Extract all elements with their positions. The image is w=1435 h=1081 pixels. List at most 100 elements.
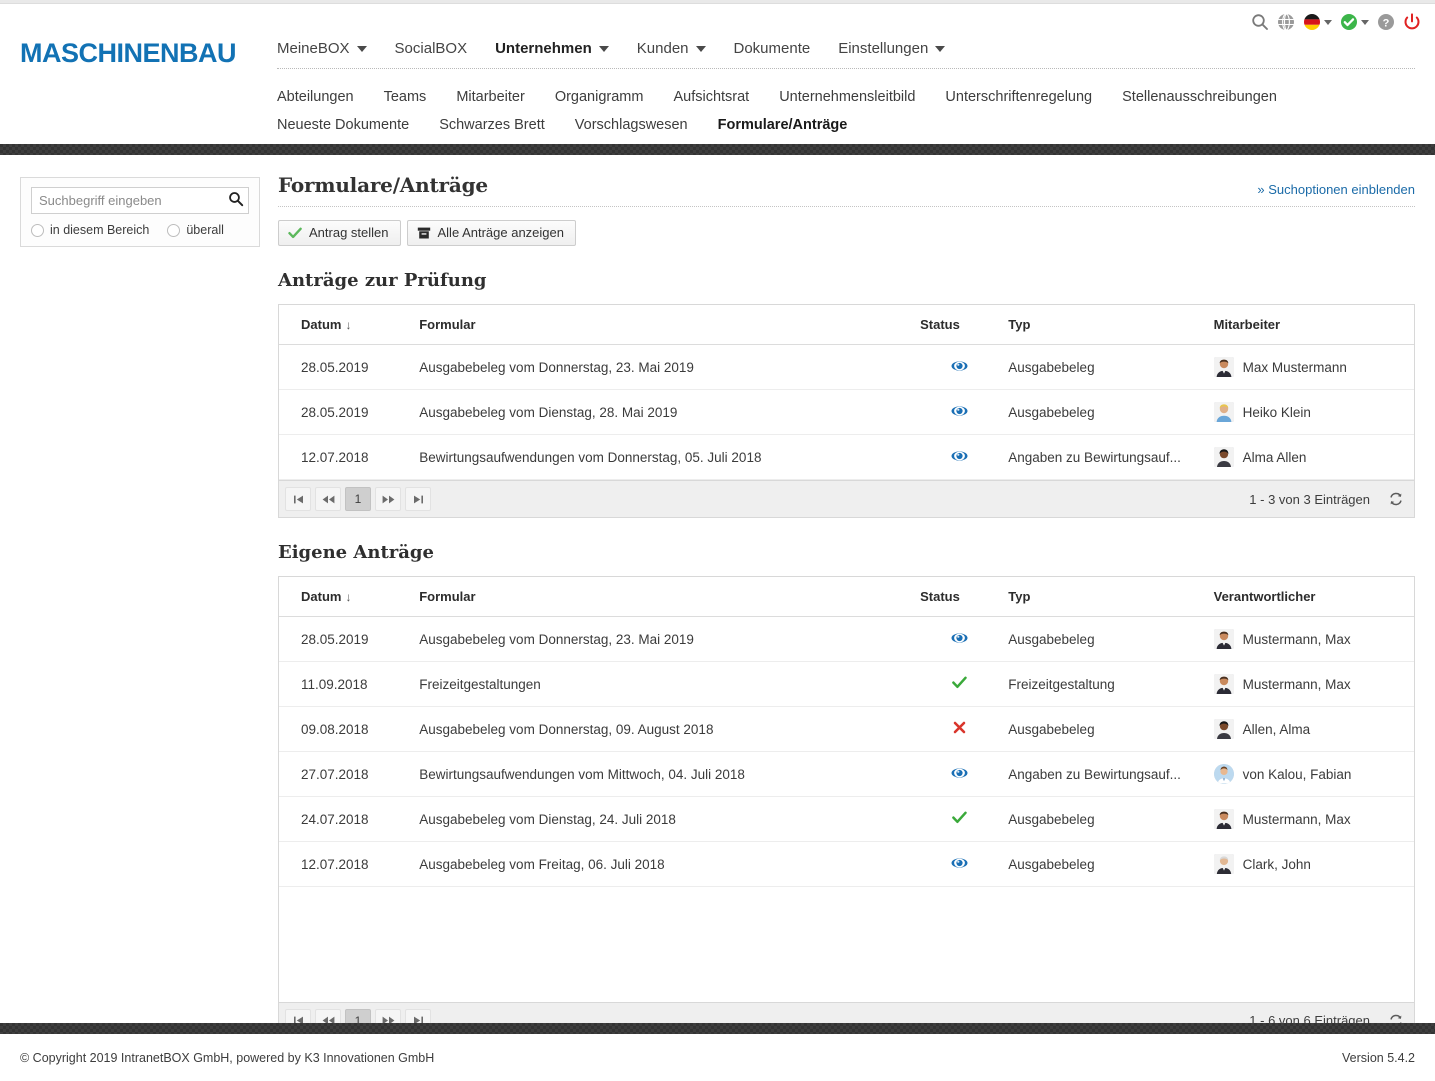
col-header-formular[interactable]: Formular xyxy=(419,577,921,617)
nav-item-unternehmen[interactable]: Unternehmen xyxy=(495,40,609,57)
cell-datum: 12.07.2018 xyxy=(279,434,420,480)
cell-status[interactable] xyxy=(920,706,1009,752)
nav-item-socialbox[interactable]: SocialBOX xyxy=(395,40,468,57)
subnav-item-unterschriftenregelung[interactable]: Unterschriftenregelung xyxy=(945,86,1092,108)
cell-verantwortlicher: Allen, Alma xyxy=(1213,706,1414,752)
col-label: Datum xyxy=(301,317,342,332)
col-header-verantwortlicher[interactable]: Verantwortlicher xyxy=(1213,577,1414,617)
cross-icon[interactable] xyxy=(953,721,966,734)
col-header-datum[interactable]: Datum ↓ xyxy=(279,577,420,617)
pager-next-button[interactable] xyxy=(375,487,401,511)
search-submit-button[interactable] xyxy=(228,191,244,207)
chevron-down-icon[interactable] xyxy=(1361,19,1369,25)
table-row[interactable]: 12.07.2018 Ausgabebeleg vom Freitag, 06.… xyxy=(279,841,1414,887)
cell-status[interactable] xyxy=(920,616,1009,662)
subnav-item-organigramm[interactable]: Organigramm xyxy=(555,86,644,108)
radio-ueberall[interactable]: überall xyxy=(167,223,224,237)
table-row[interactable]: 27.07.2018 Bewirtungsaufwendungen vom Mi… xyxy=(279,751,1414,797)
cell-status[interactable] xyxy=(920,661,1009,707)
nav-item-kunden[interactable]: Kunden xyxy=(637,40,706,57)
pager-first-button[interactable] xyxy=(285,487,311,511)
nav-item-dokumente[interactable]: Dokumente xyxy=(734,40,811,57)
pager-prev-button[interactable] xyxy=(315,487,341,511)
subnav-item-unternehmensleitbild[interactable]: Unternehmensleitbild xyxy=(779,86,915,108)
radio-circle-icon[interactable] xyxy=(167,223,181,237)
help-icon[interactable]: ? xyxy=(1377,13,1395,31)
eye-icon[interactable] xyxy=(951,405,968,417)
col-header-status[interactable]: Status xyxy=(920,305,1009,345)
chevron-down-icon[interactable] xyxy=(598,45,609,52)
flag-de-icon[interactable] xyxy=(1303,13,1332,31)
radio-in-diesem-bereich[interactable]: in diesem Bereich xyxy=(31,223,149,237)
antrag-stellen-button[interactable]: Antrag stellen xyxy=(278,220,401,246)
eye-icon[interactable] xyxy=(951,360,968,372)
table-row[interactable]: 12.07.2018 Bewirtungsaufwendungen vom Do… xyxy=(279,434,1414,480)
refresh-icon[interactable] xyxy=(1388,491,1404,507)
power-icon[interactable] xyxy=(1403,13,1421,31)
globe-icon[interactable] xyxy=(1277,13,1295,31)
subnav-item-teams[interactable]: Teams xyxy=(384,86,427,108)
col-header-mitarbeiter[interactable]: Mitarbeiter xyxy=(1213,305,1414,345)
cell-datum: 11.09.2018 xyxy=(279,661,420,707)
cell-status[interactable] xyxy=(920,344,1009,390)
radio-circle-icon[interactable] xyxy=(31,223,44,237)
subnav-item-stellenausschreibungen[interactable]: Stellenausschreibungen xyxy=(1122,86,1277,108)
typ-text: Angaben zu Bewirtungsauf... xyxy=(1008,449,1181,465)
subnav-item-schwarzes-brett[interactable]: Schwarzes Brett xyxy=(439,114,545,136)
check-icon[interactable] xyxy=(951,676,967,689)
sort-desc-icon[interactable]: ↓ xyxy=(345,318,351,332)
cell-status[interactable] xyxy=(920,434,1009,480)
nav-item-einstellungen[interactable]: Einstellungen xyxy=(838,40,946,57)
chevron-down-icon[interactable] xyxy=(356,45,367,52)
subnav-item-abteilungen[interactable]: Abteilungen xyxy=(277,86,354,108)
table-row[interactable]: 11.09.2018 Freizeitgestaltungen Freizeit… xyxy=(279,661,1414,707)
cell-formular: Ausgabebeleg vom Donnerstag, 23. Mai 201… xyxy=(419,616,921,662)
chevron-down-icon[interactable] xyxy=(695,45,706,52)
col-header-status[interactable]: Status xyxy=(920,577,1009,617)
person-name: Mustermann, Max xyxy=(1242,811,1351,827)
avatar xyxy=(1213,809,1234,829)
brand-logo[interactable]: MASCHINENBAU xyxy=(20,38,237,69)
alle-antraege-anzeigen-button[interactable]: Alle Anträge anzeigen xyxy=(406,220,576,246)
sort-desc-icon[interactable]: ↓ xyxy=(345,590,351,604)
chevron-down-icon[interactable] xyxy=(1324,19,1332,25)
subnav-item-neueste-dokumente[interactable]: Neueste Dokumente xyxy=(277,114,409,136)
chevron-down-icon[interactable] xyxy=(935,45,946,52)
subnav-item-vorschlagswesen[interactable]: Vorschlagswesen xyxy=(575,114,688,136)
cell-status[interactable] xyxy=(920,751,1009,797)
subnav-item-formulare-antraege[interactable]: Formulare/Anträge xyxy=(718,114,848,136)
eye-icon[interactable] xyxy=(951,450,968,462)
person-name: Allen, Alma xyxy=(1242,721,1311,737)
col-header-typ[interactable]: Typ xyxy=(1008,305,1214,345)
eye-icon[interactable] xyxy=(951,857,968,869)
cell-datum: 28.05.2019 xyxy=(279,389,420,435)
search-icon[interactable] xyxy=(1251,13,1269,31)
col-header-datum[interactable]: Datum ↓ xyxy=(279,305,420,345)
typ-text: Ausgabebeleg xyxy=(1008,404,1095,420)
table-row[interactable]: 09.08.2018 Ausgabebeleg vom Donnerstag, … xyxy=(279,706,1414,752)
cell-status[interactable] xyxy=(920,389,1009,435)
col-header-typ[interactable]: Typ xyxy=(1008,577,1214,617)
col-header-formular[interactable]: Formular xyxy=(419,305,921,345)
footer-divider-band xyxy=(0,1023,1435,1034)
search-options-link[interactable]: » Suchoptionen einblenden xyxy=(1257,182,1415,197)
header-divider-band xyxy=(0,144,1435,155)
eye-icon[interactable] xyxy=(951,767,968,779)
status-online-icon[interactable] xyxy=(1340,13,1369,31)
svg-text:?: ? xyxy=(1383,17,1390,29)
table-row[interactable]: 28.05.2019 Ausgabebeleg vom Donnerstag, … xyxy=(279,616,1414,662)
cell-status[interactable] xyxy=(920,796,1009,842)
cell-status[interactable] xyxy=(920,841,1009,887)
table-row[interactable]: 24.07.2018 Ausgabebeleg vom Dienstag, 24… xyxy=(279,796,1414,842)
nav-item-meinebox[interactable]: MeineBOX xyxy=(277,40,367,57)
pager-last-button[interactable] xyxy=(405,487,431,511)
subnav-item-aufsichtsrat[interactable]: Aufsichtsrat xyxy=(673,86,749,108)
eye-icon[interactable] xyxy=(951,632,968,644)
table-row[interactable]: 28.05.2019 Ausgabebeleg vom Donnerstag, … xyxy=(279,344,1414,390)
search-input[interactable] xyxy=(32,188,248,213)
subnav-item-mitarbeiter[interactable]: Mitarbeiter xyxy=(456,86,525,108)
pager-page-1[interactable]: 1 xyxy=(345,487,371,511)
table-row[interactable]: 28.05.2019 Ausgabebeleg vom Dienstag, 28… xyxy=(279,389,1414,435)
cell-datum: 28.05.2019 xyxy=(279,616,420,662)
check-icon[interactable] xyxy=(951,811,967,824)
